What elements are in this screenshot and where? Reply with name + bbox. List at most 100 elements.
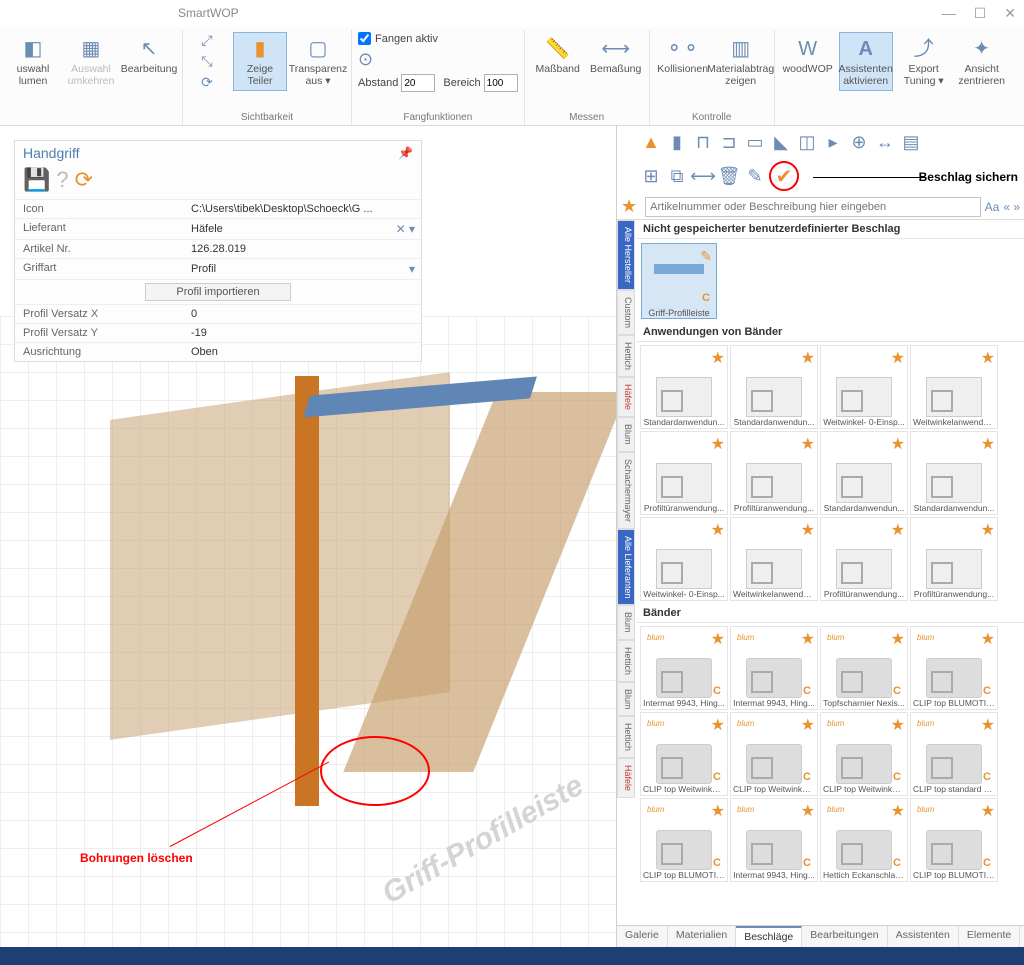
edit-icon[interactable]: ✎ <box>743 163 767 189</box>
app-title: SmartWOP <box>178 6 239 20</box>
save-icon[interactable]: 💾 <box>23 167 50 193</box>
search-input[interactable] <box>645 197 980 217</box>
artikelnr-value[interactable]: 126.28.019 <box>185 240 421 258</box>
lieferant-value[interactable]: Häfele✕ ▾ <box>185 219 421 239</box>
cat-6-icon[interactable]: ◫ <box>795 129 819 155</box>
app-item-9[interactable]: ★Weitwinkelanwendu... <box>730 517 818 601</box>
massband-button[interactable]: 📏Maßband <box>531 32 585 80</box>
app-item-10[interactable]: ★Profiltüranwendung... <box>820 517 908 601</box>
cat-2-icon[interactable]: ⊓ <box>691 129 715 155</box>
band-item-3[interactable]: ★blumCCLIP top BLUMOTIO... <box>910 626 998 710</box>
refresh-icon[interactable]: ⟳ <box>75 167 93 193</box>
icon-path-value[interactable]: C:\Users\tibek\Desktop\Schoeck\G ... <box>185 200 421 218</box>
side-tab-9[interactable]: Blum <box>617 682 635 717</box>
cat-3-icon[interactable]: ⊐ <box>717 129 741 155</box>
band-item-6[interactable]: ★blumCCLIP top Weitwinkel... <box>820 712 908 796</box>
band-item-5[interactable]: ★blumCCLIP top Weitwinkel... <box>730 712 818 796</box>
window-maximize[interactable]: ☐ <box>974 5 987 22</box>
auswahl-volumen-button[interactable]: ◧uswahl lumen <box>6 32 60 91</box>
band-item-9[interactable]: ★blumCIntermat 9943, Hing... <box>730 798 818 882</box>
assistenten-aktivieren-button[interactable]: AAssistenten aktivieren <box>839 32 893 91</box>
gallery[interactable]: Alle HerstellerCustomHettichHäfeleBlumSc… <box>617 220 1024 925</box>
tab-raum[interactable]: Raum <box>1020 926 1024 947</box>
zeige-teiler-button[interactable]: ▮Zeige Teiler <box>233 32 287 91</box>
side-tab-1[interactable]: Custom <box>617 290 635 335</box>
ansicht-zentrieren-button[interactable]: ✦Ansicht zentrieren <box>955 32 1009 91</box>
materialabtrag-button[interactable]: ▥Materialabtrag zeigen <box>714 32 768 91</box>
tab-materialien[interactable]: Materialien <box>668 926 736 947</box>
star-icon[interactable]: ★ <box>621 196 637 217</box>
up-icon[interactable]: ▲ <box>639 129 663 155</box>
delete-icon[interactable]: 🗑 <box>717 163 741 189</box>
expand-button[interactable]: « » <box>1003 200 1020 214</box>
app-item-5[interactable]: ★Profiltüranwendung... <box>730 431 818 515</box>
side-tab-11[interactable]: Häfele <box>617 758 635 798</box>
side-tab-0[interactable]: Alle Hersteller <box>617 220 635 290</box>
side-tab-10[interactable]: Hettich <box>617 716 635 758</box>
copy-icon[interactable]: ⧉ <box>665 163 689 189</box>
export-tuning-button[interactable]: ⤴Export Tuning ▾ <box>897 32 951 91</box>
band-item-0[interactable]: ★blumCIntermat 9943, Hing... <box>640 626 728 710</box>
app-item-11[interactable]: ★Profiltüranwendung... <box>910 517 998 601</box>
auswahl-umkehren-button[interactable]: ▦Auswahl umkehren <box>64 32 118 91</box>
cat-8-icon[interactable]: ⊕ <box>847 129 871 155</box>
side-tab-7[interactable]: Blum <box>617 605 635 640</box>
bemassung-button[interactable]: ⟷Bemaßung <box>589 32 643 80</box>
app-item-3[interactable]: ★Weitwinkelanwendu... <box>910 345 998 429</box>
profil-versatz-x-value[interactable]: 0 <box>185 305 421 323</box>
app-item-2[interactable]: ★Weitwinkel- 0-Einsp... <box>820 345 908 429</box>
pin-icon[interactable]: 📌 <box>398 146 413 160</box>
transparenz-button[interactable]: ▢Transparenz aus ▾ <box>291 32 345 91</box>
side-tab-2[interactable]: Hettich <box>617 335 635 377</box>
save-beschlag-button[interactable]: ✔ <box>769 161 799 191</box>
help-icon[interactable]: ? <box>56 167 68 193</box>
griffart-value[interactable]: Profil▾ <box>185 259 421 279</box>
cat-1-icon[interactable]: ▮ <box>665 129 689 155</box>
custom-beschlag-item[interactable]: ✎ C Griff-Profilleiste <box>641 243 717 319</box>
cat-4-icon[interactable]: ▭ <box>743 129 767 155</box>
side-tab-4[interactable]: Blum <box>617 417 635 452</box>
app-item-4[interactable]: ★Profiltüranwendung... <box>640 431 728 515</box>
band-item-4[interactable]: ★blumCCLIP top Weitwinkel... <box>640 712 728 796</box>
new-icon[interactable]: ⊞ <box>639 163 663 189</box>
cat-5-icon[interactable]: ◣ <box>769 129 793 155</box>
app-item-1[interactable]: ★Standardanwendun... <box>730 345 818 429</box>
fangen-aktiv-checkbox[interactable]: Fangen aktiv <box>358 32 438 45</box>
tab-galerie[interactable]: Galerie <box>617 926 668 947</box>
profil-versatz-y-value[interactable]: -19 <box>185 324 421 342</box>
tab-beschläge[interactable]: Beschläge <box>736 926 802 947</box>
abstand-input[interactable] <box>401 74 435 92</box>
tab-bearbeitungen[interactable]: Bearbeitungen <box>802 926 887 947</box>
view-small-3[interactable]: ⟳ <box>189 74 225 94</box>
app-item-8[interactable]: ★Weitwinkel- 0-Einsp... <box>640 517 728 601</box>
band-item-10[interactable]: ★blumCHettich Eckanschlag... <box>820 798 908 882</box>
band-item-11[interactable]: ★blumCCLIP top BLUMOTIO... <box>910 798 998 882</box>
side-tab-3[interactable]: Häfele <box>617 377 635 417</box>
tab-assistenten[interactable]: Assistenten <box>888 926 959 947</box>
clear-icon[interactable]: ✕ ▾ <box>396 222 415 236</box>
cat-9-icon[interactable]: ↔ <box>873 129 897 155</box>
band-item-8[interactable]: ★blumCCLIP top BLUMOTIO... <box>640 798 728 882</box>
app-item-0[interactable]: ★Standardanwendun... <box>640 345 728 429</box>
woodwop-button[interactable]: WwoodWOP <box>781 32 835 80</box>
textsize-button[interactable]: Aa <box>985 200 1000 214</box>
side-tab-8[interactable]: Hettich <box>617 640 635 682</box>
band-item-2[interactable]: ★blumCTopfscharnier Nexis... <box>820 626 908 710</box>
app-item-7[interactable]: ★Standardanwendun... <box>910 431 998 515</box>
band-item-7[interactable]: ★blumCCLIP top standard h... <box>910 712 998 796</box>
window-minimize[interactable]: — <box>942 5 956 22</box>
3d-viewport[interactable]: Griff-Profilleiste Bohrungen löschen <box>0 316 616 947</box>
cat-7-icon[interactable]: ▸ <box>821 129 845 155</box>
kollisionen-button[interactable]: ⚬⚬Kollisionen <box>656 32 710 80</box>
profil-importieren-button[interactable]: Profil importieren <box>145 283 290 301</box>
measure-icon[interactable]: ⟷ <box>691 163 715 189</box>
window-close[interactable]: ✕ <box>1004 5 1016 22</box>
side-tab-5[interactable]: Schachermayer <box>617 452 635 529</box>
cat-10-icon[interactable]: ▤ <box>899 129 923 155</box>
app-item-6[interactable]: ★Standardanwendun... <box>820 431 908 515</box>
band-item-1[interactable]: ★blumCIntermat 9943, Hing... <box>730 626 818 710</box>
bereich-input[interactable] <box>484 74 518 92</box>
side-tab-6[interactable]: Alle Lieferanten <box>617 529 635 606</box>
bearbeitung-button[interactable]: ↖Bearbeitung <box>122 32 176 80</box>
tab-elemente[interactable]: Elemente <box>959 926 1020 947</box>
